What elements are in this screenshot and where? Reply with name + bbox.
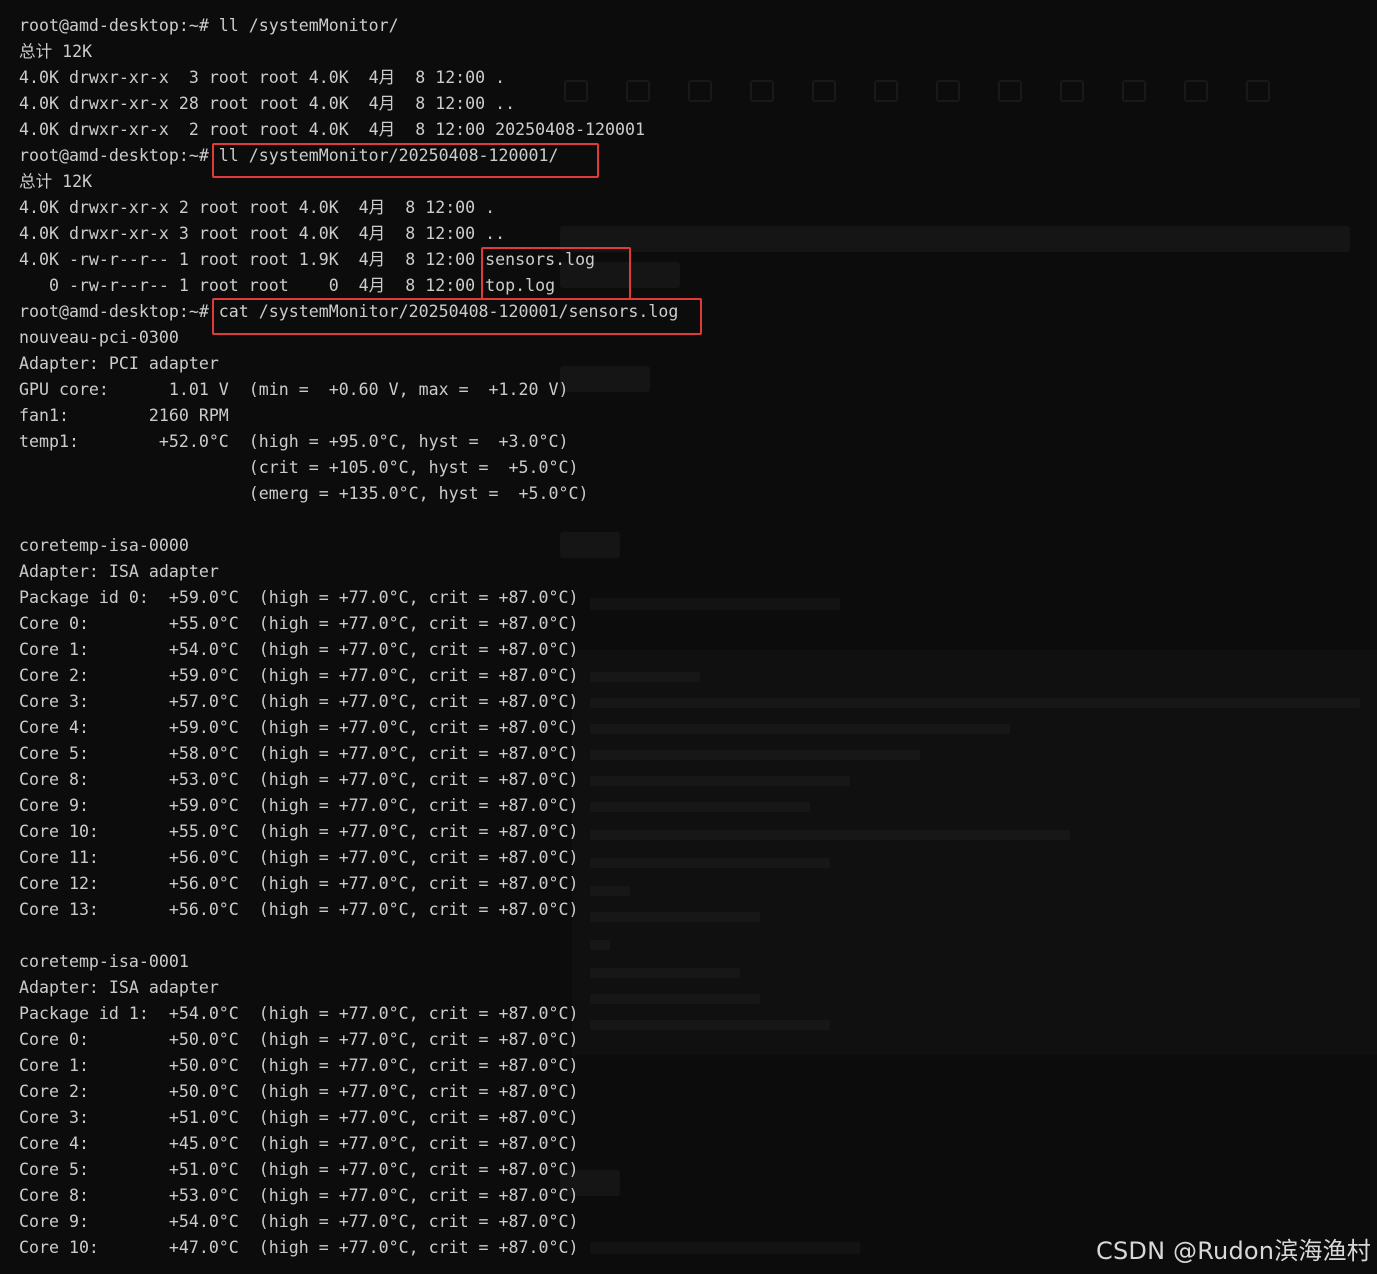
terminal-line: (crit = +105.0°C, hyst = +5.0°C) xyxy=(19,458,579,477)
terminal-line: Core 0: +55.0°C (high = +77.0°C, crit = … xyxy=(19,614,579,633)
terminal-line: Core 1: +50.0°C (high = +77.0°C, crit = … xyxy=(19,1056,579,1075)
terminal-line: Core 8: +53.0°C (high = +77.0°C, crit = … xyxy=(19,1186,579,1205)
ghost-toolbar-icon xyxy=(1060,80,1084,102)
background-webpage-ghost xyxy=(560,60,1377,1274)
terminal-line: 4.0K drwxr-xr-x 2 root root 4.0K 4月 8 12… xyxy=(19,120,646,139)
terminal-line: Core 8: +53.0°C (high = +77.0°C, crit = … xyxy=(19,770,579,789)
ghost-toolbar-icon xyxy=(998,80,1022,102)
terminal-line: 总计 12K xyxy=(19,172,93,191)
ghost-toolbar xyxy=(560,80,1377,128)
terminal-line: Core 10: +47.0°C (high = +77.0°C, crit =… xyxy=(19,1238,579,1257)
terminal-line: Adapter: ISA adapter xyxy=(19,562,219,581)
csdn-watermark: CSDN @Rudon滨海渔村 xyxy=(1096,1237,1371,1265)
terminal-line: root@amd-desktop:~# ll /systemMonitor/20… xyxy=(19,146,559,165)
ghost-code-block xyxy=(572,650,1377,1055)
terminal-line: 4.0K drwxr-xr-x 28 root root 4.0K 4月 8 1… xyxy=(19,94,516,113)
terminal-line: Core 9: +54.0°C (high = +77.0°C, crit = … xyxy=(19,1212,579,1231)
terminal-line: Core 4: +45.0°C (high = +77.0°C, crit = … xyxy=(19,1134,579,1153)
terminal-line: root@amd-desktop:~# cat /systemMonitor/2… xyxy=(19,302,679,321)
terminal-line: Core 0: +50.0°C (high = +77.0°C, crit = … xyxy=(19,1030,579,1049)
terminal-line: Package id 1: +54.0°C (high = +77.0°C, c… xyxy=(19,1004,579,1023)
terminal-line: Core 2: +59.0°C (high = +77.0°C, crit = … xyxy=(19,666,579,685)
terminal-line: Adapter: PCI adapter xyxy=(19,354,219,373)
terminal-line: Adapter: ISA adapter xyxy=(19,978,219,997)
terminal-line: Core 1: +54.0°C (high = +77.0°C, crit = … xyxy=(19,640,579,659)
terminal-line: Core 10: +55.0°C (high = +77.0°C, crit =… xyxy=(19,822,579,841)
ghost-toolbar-icon xyxy=(1184,80,1208,102)
ghost-toolbar-icon xyxy=(1122,80,1146,102)
ghost-title xyxy=(560,226,1350,252)
terminal-line: nouveau-pci-0300 xyxy=(19,328,179,347)
ghost-toolbar-icon xyxy=(874,80,898,102)
terminal-line: Core 12: +56.0°C (high = +77.0°C, crit =… xyxy=(19,874,579,893)
terminal-line: Core 3: +57.0°C (high = +77.0°C, crit = … xyxy=(19,692,579,711)
terminal-line: 4.0K drwxr-xr-x 3 root root 4.0K 4月 8 12… xyxy=(19,68,506,87)
ghost-toolbar-icon xyxy=(688,80,712,102)
terminal-line: Core 13: +56.0°C (high = +77.0°C, crit =… xyxy=(19,900,579,919)
terminal-line: temp1: +52.0°C (high = +95.0°C, hyst = +… xyxy=(19,432,569,451)
terminal-line: root@amd-desktop:~# ll /systemMonitor/ xyxy=(19,16,399,35)
terminal-line: Core 2: +50.0°C (high = +77.0°C, crit = … xyxy=(19,1082,579,1101)
terminal-line: Core 5: +51.0°C (high = +77.0°C, crit = … xyxy=(19,1160,579,1179)
terminal-line: (emerg = +135.0°C, hyst = +5.0°C) xyxy=(19,484,589,503)
ghost-toolbar-icon xyxy=(936,80,960,102)
terminal-line: coretemp-isa-0000 xyxy=(19,536,189,555)
terminal-line: Core 4: +59.0°C (high = +77.0°C, crit = … xyxy=(19,718,579,737)
terminal-line: fan1: 2160 RPM xyxy=(19,406,229,425)
terminal-line: Core 9: +59.0°C (high = +77.0°C, crit = … xyxy=(19,796,579,815)
ghost-toolbar-icon xyxy=(750,80,774,102)
terminal-line: coretemp-isa-0001 xyxy=(19,952,189,971)
ghost-toolbar-icon xyxy=(1246,80,1270,102)
terminal-line: 总计 12K xyxy=(19,42,93,61)
terminal-line: Package id 0: +59.0°C (high = +77.0°C, c… xyxy=(19,588,579,607)
terminal-line: GPU core: 1.01 V (min = +0.60 V, max = +… xyxy=(19,380,569,399)
ghost-toolbar-icon xyxy=(812,80,836,102)
terminal-line: 4.0K -rw-r--r-- 1 root root 1.9K 4月 8 12… xyxy=(19,250,596,269)
terminal-line: Core 3: +51.0°C (high = +77.0°C, crit = … xyxy=(19,1108,579,1127)
terminal-line: 4.0K drwxr-xr-x 3 root root 4.0K 4月 8 12… xyxy=(19,224,506,243)
terminal-line: Core 5: +58.0°C (high = +77.0°C, crit = … xyxy=(19,744,579,763)
terminal-line: 4.0K drwxr-xr-x 2 root root 4.0K 4月 8 12… xyxy=(19,198,496,217)
terminal-line: 0 -rw-r--r-- 1 root root 0 4月 8 12:00 to… xyxy=(19,276,556,295)
terminal-output[interactable]: root@amd-desktop:~# ll /systemMonitor/总计… xyxy=(19,13,678,1261)
terminal-line: Core 11: +56.0°C (high = +77.0°C, crit =… xyxy=(19,848,579,867)
